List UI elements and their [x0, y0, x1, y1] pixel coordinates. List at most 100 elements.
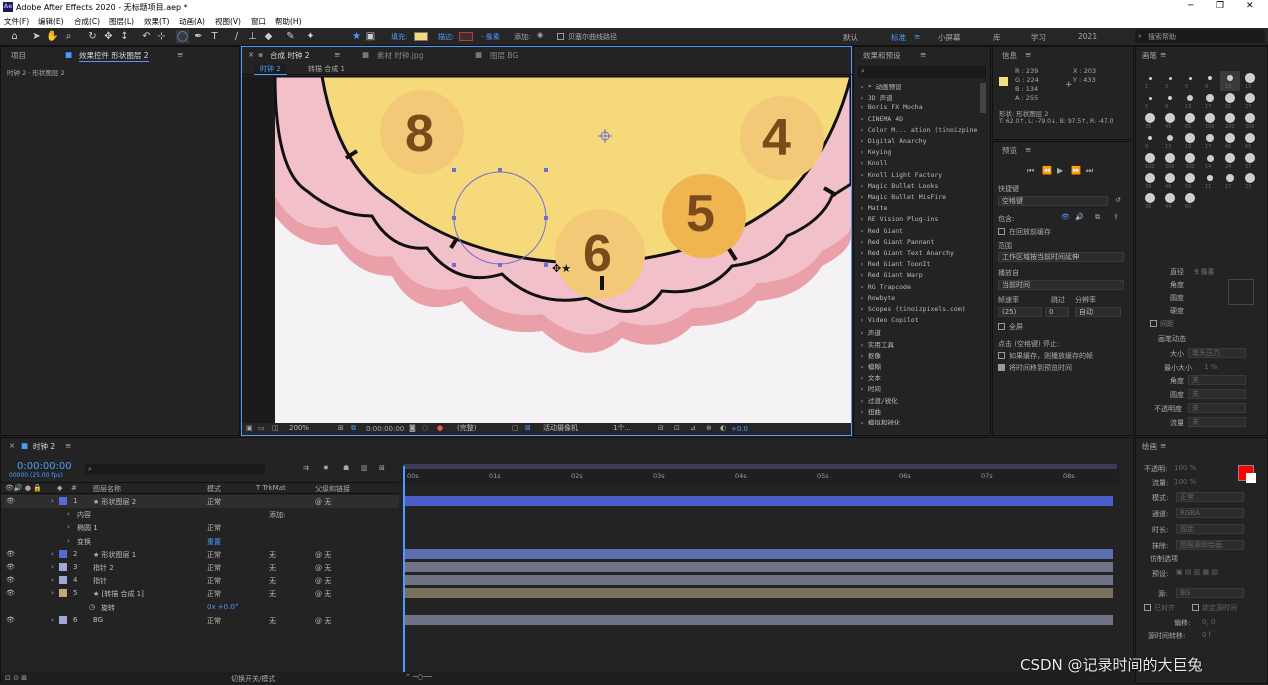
comp-viewer[interactable]: ✥★ 8 4 5 6: [242, 76, 851, 423]
eraser-tool-icon[interactable]: ◆: [262, 30, 275, 43]
stopwatch-icon[interactable]: ◷: [89, 603, 95, 611]
effects-category[interactable]: › 过渡/锐化: [860, 395, 898, 405]
menu-composition[interactable]: 合成(C): [74, 16, 100, 27]
toggle-icon[interactable]: ⊟: [658, 424, 664, 432]
shortcut-dropdown[interactable]: 空格键: [998, 196, 1108, 206]
expand-icon[interactable]: ›: [67, 523, 70, 531]
close-icon[interactable]: ✕: [1246, 1, 1254, 11]
maximize-icon[interactable]: ❐: [1216, 1, 1224, 11]
brush-tip[interactable]: 13: [1180, 91, 1200, 111]
effects-category[interactable]: › 实用工具: [860, 339, 894, 349]
layer-name[interactable]: 指针: [93, 576, 107, 586]
effects-category[interactable]: › Red Giant Pannant: [860, 238, 934, 246]
snapping-icon[interactable]: ▣: [364, 30, 377, 43]
brush-tip[interactable]: 27: [1240, 151, 1260, 171]
effects-category[interactable]: › Rowbyte: [860, 294, 895, 302]
workspace-menu-icon[interactable]: ≡: [914, 32, 920, 41]
reset-icon[interactable]: ↺: [1115, 196, 1121, 204]
brush-tip[interactable]: 200: [1220, 111, 1240, 131]
workspace-2021[interactable]: 2021: [1078, 32, 1097, 41]
col-layer-name[interactable]: 图层名称: [93, 484, 121, 494]
brush-tip[interactable]: 39: [1140, 171, 1160, 191]
brush-tip[interactable]: 9: [1200, 71, 1220, 91]
shy-icon[interactable]: ☗: [343, 464, 349, 472]
brush-tip[interactable]: 13: [1160, 131, 1180, 151]
eye-icon[interactable]: 👁: [6, 576, 15, 584]
tab-composition[interactable]: 合成 时钟 2: [270, 50, 310, 61]
col-trkmat[interactable]: T TrkMat: [256, 484, 286, 492]
flowchart-icon[interactable]: ⊡: [674, 424, 680, 432]
effects-category[interactable]: › 抠像: [860, 350, 881, 360]
current-time[interactable]: 0:00:00:00: [366, 425, 404, 433]
add-icon[interactable]: ◉: [537, 31, 543, 39]
subtab-clock-2[interactable]: 时钟 2: [254, 64, 287, 75]
col-mode[interactable]: 模式: [207, 484, 221, 494]
preview-menu-icon[interactable]: ≡: [1025, 145, 1031, 154]
cache-frames-checkbox[interactable]: [998, 352, 1005, 359]
resolution-dropdown[interactable]: 自动: [1075, 307, 1121, 317]
export-icon[interactable]: ⇪: [1113, 213, 1119, 221]
workspace-standard[interactable]: 标准: [891, 32, 906, 43]
brush-tip[interactable]: 60: [1180, 191, 1200, 211]
spacing-checkbox[interactable]: [1150, 320, 1157, 327]
effects-category[interactable]: › 声道: [860, 327, 881, 337]
effects-category[interactable]: › * 动画预设: [860, 81, 902, 91]
brush-tip[interactable]: 44: [1160, 191, 1180, 211]
play-from-dropdown[interactable]: 当前时间: [998, 280, 1124, 290]
expand-icon[interactable]: ›: [51, 589, 54, 597]
last-frame-icon[interactable]: ⏭: [1086, 166, 1093, 176]
brush-tip[interactable]: 5: [1180, 71, 1200, 91]
menu-animation[interactable]: 动画(A): [179, 16, 205, 27]
menu-effect[interactable]: 效果(T): [144, 16, 169, 27]
fill-swatch[interactable]: [414, 32, 428, 41]
minimize-icon[interactable]: ─: [1188, 1, 1193, 11]
brush-tip[interactable]: 46: [1160, 171, 1180, 191]
background-color[interactable]: [1246, 473, 1256, 483]
brush-tip[interactable]: 3: [1160, 71, 1180, 91]
effects-category[interactable]: › CINEMA 4D: [860, 115, 903, 123]
paint-menu-icon[interactable]: ≡: [1160, 441, 1166, 450]
layer-row[interactable]: 👁 › 1 ★ 形状图层 2 正常 @ 无: [1, 495, 399, 508]
stroke-swatch[interactable]: [459, 32, 473, 41]
brush-tip[interactable]: 1: [1140, 71, 1160, 91]
brush-tip[interactable]: 9: [1140, 131, 1160, 151]
tab-layer[interactable]: 图层 BG: [490, 50, 518, 61]
brush-tip[interactable]: 300: [1240, 111, 1260, 131]
expand-icon[interactable]: ›: [51, 576, 54, 584]
exposure-value[interactable]: +0.0: [731, 425, 748, 433]
brush-tip[interactable]: 65: [1180, 111, 1200, 131]
layer-parent[interactable]: @ 无: [315, 497, 331, 507]
channel-dropdown[interactable]: RGBA: [1176, 508, 1244, 518]
tab-effect-controls[interactable]: 效果控件 形状图层 2: [79, 50, 149, 62]
layer-name[interactable]: ★ 形状图层 2: [93, 497, 136, 507]
brush-tip[interactable]: 65: [1240, 131, 1260, 151]
workspace-small-screen[interactable]: 小屏幕: [938, 32, 961, 43]
skip-dropdown[interactable]: 0: [1045, 307, 1069, 317]
layer-mode[interactable]: 正常: [207, 523, 221, 533]
menu-edit[interactable]: 编辑(E): [38, 16, 64, 27]
layer-label-color[interactable]: [59, 615, 67, 624]
comp-flow-icon[interactable]: ⇉: [303, 464, 309, 472]
fullscreen-checkbox[interactable]: [998, 323, 1005, 330]
timeline-close-icon[interactable]: ×: [9, 441, 15, 450]
effects-category[interactable]: › Red Giant ToonIt: [860, 260, 930, 268]
exposure-icon[interactable]: ◐: [720, 424, 726, 432]
toggle-modes-label[interactable]: 切换开关/模式: [231, 674, 275, 684]
stroke-label[interactable]: 描边:: [438, 32, 454, 42]
layer-row[interactable]: › 椭圆 1 正常: [1, 521, 399, 534]
fill-label[interactable]: 填充:: [391, 32, 407, 42]
brush-tip[interactable]: 300: [1180, 151, 1200, 171]
effects-category[interactable]: › Magic Bullet MisFire: [860, 193, 946, 201]
brush-tip[interactable]: 14: [1200, 151, 1220, 171]
monitor-icon[interactable]: ▭: [258, 424, 265, 432]
home-icon[interactable]: ⌂: [8, 30, 21, 43]
layer-trkmat[interactable]: 无: [269, 576, 276, 586]
expand-icon[interactable]: ›: [51, 550, 54, 558]
layer-name[interactable]: BG: [93, 616, 103, 624]
fps-dropdown[interactable]: (25): [998, 307, 1042, 317]
graph-editor-icon[interactable]: ⊠: [379, 464, 385, 472]
angle2-dropdown[interactable]: 关: [1188, 375, 1246, 385]
timeline-menu-icon[interactable]: ≡: [65, 441, 71, 450]
expand-icon[interactable]: ›: [51, 497, 54, 505]
effects-category[interactable]: › 模糊: [860, 361, 881, 371]
